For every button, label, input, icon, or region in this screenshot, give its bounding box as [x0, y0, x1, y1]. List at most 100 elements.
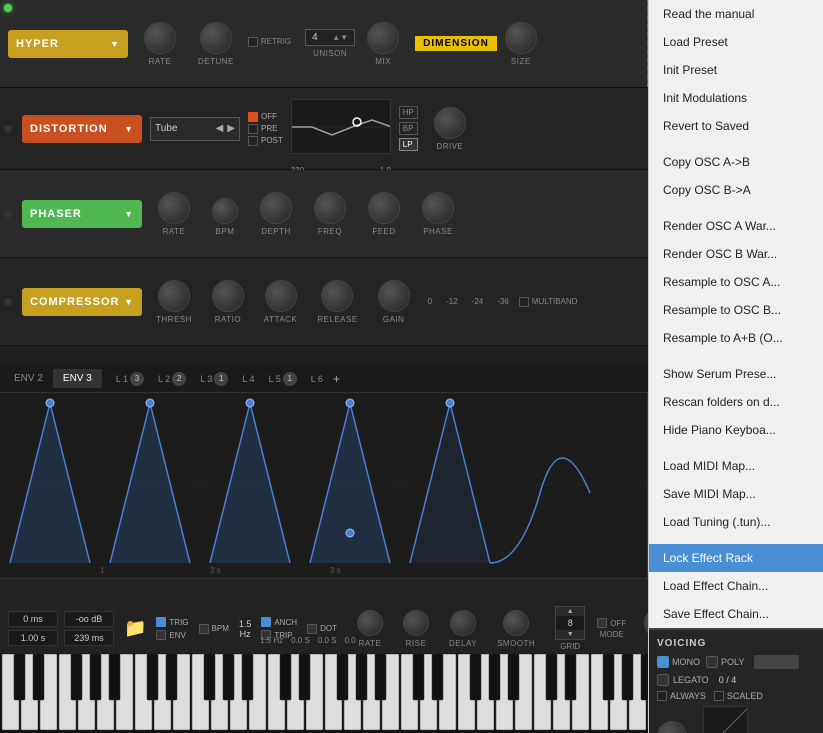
mono-toggle[interactable]: MONO: [657, 656, 700, 668]
multiband-label: MULTIBAND: [532, 297, 578, 306]
env-toggle[interactable]: ENV: [156, 630, 188, 640]
grid-down[interactable]: ▼: [556, 630, 584, 639]
phaser-feed-knob[interactable]: [368, 192, 400, 224]
menu-item-lock-effect-rack[interactable]: Lock Effect Rack: [649, 544, 823, 572]
smooth-knob[interactable]: [503, 610, 529, 636]
compressor-label[interactable]: COMPRESSOR ▼: [22, 288, 142, 316]
distortion-type[interactable]: Tube: [155, 123, 212, 134]
comp-ratio-label: RATIO: [215, 315, 241, 324]
menu-item-copy-osc-ba[interactable]: Copy OSC B->A: [649, 176, 823, 204]
menu-item-read-manual[interactable]: Read the manual: [649, 0, 823, 28]
level-0: 0: [428, 297, 432, 306]
comp-gain-knob[interactable]: [378, 280, 410, 312]
dot-toggle[interactable]: DOT: [307, 624, 337, 634]
trig-toggle[interactable]: TRIG: [156, 617, 188, 627]
comp-ratio-knob[interactable]: [212, 280, 244, 312]
distortion-drive-knob[interactable]: [434, 107, 466, 139]
rate-val: 1.5 Hz: [260, 636, 283, 645]
comp-thresh-knob[interactable]: [158, 280, 190, 312]
menu-item-load-midi[interactable]: Load MIDI Map...: [649, 452, 823, 480]
curve-display: [703, 706, 748, 733]
lfo-l6[interactable]: L 6: [305, 372, 329, 386]
phaser-depth-knob[interactable]: [260, 192, 292, 224]
compressor-row: COMPRESSOR ▼ THRESH RATIO ATTACK RELEASE: [0, 258, 665, 346]
piano-keyboard: // Draw white keys programmatically won'…: [0, 653, 665, 733]
menu-item-init-preset[interactable]: Init Preset: [649, 56, 823, 84]
phaser-phase-label: PHASE: [423, 227, 453, 236]
bpm-value-display: 1.5 Hz: [239, 619, 252, 639]
comp-release-label: RELEASE: [317, 315, 357, 324]
hyper-size-knob[interactable]: [505, 22, 537, 54]
mode-off[interactable]: OFF: [597, 618, 626, 628]
comp-release-group: RELEASE: [317, 280, 357, 324]
phaser-freq-label: FREQ: [318, 227, 342, 236]
menu-item-save-midi[interactable]: Save MIDI Map...: [649, 480, 823, 508]
distortion-prev[interactable]: ◀: [216, 123, 224, 134]
phaser-label[interactable]: PHASER ▼: [22, 200, 142, 228]
legato-checkbox[interactable]: [657, 674, 669, 686]
comp-attack-label: ATTACK: [264, 315, 297, 324]
comp-attack-knob[interactable]: [265, 280, 297, 312]
menu-item-init-modulations[interactable]: Init Modulations: [649, 84, 823, 112]
distortion-next[interactable]: ▶: [227, 123, 235, 134]
phaser-freq-group: FREQ: [314, 192, 346, 236]
menu-item-copy-osc-ab[interactable]: Copy OSC A->B: [649, 148, 823, 176]
rate-knob[interactable]: [357, 610, 383, 636]
rise-knob[interactable]: [403, 610, 429, 636]
menu-item-render-osc-b[interactable]: Render OSC B War...: [649, 240, 823, 268]
delay-knob[interactable]: [450, 610, 476, 636]
menu-item-resample-osc-b[interactable]: Resample to OSC B...: [649, 296, 823, 324]
menu-item-show-serum[interactable]: Show Serum Prese...: [649, 360, 823, 388]
lfo-l2[interactable]: L 2 2: [152, 370, 192, 388]
sustain-value: -oo dB: [64, 611, 114, 627]
menu-item-render-osc-a[interactable]: Render OSC A War...: [649, 212, 823, 240]
menu-divider: [649, 352, 823, 360]
lfo-l5[interactable]: L 5 1: [263, 370, 303, 388]
always-label: ALWAYS: [670, 691, 706, 701]
hyper-rate-knob[interactable]: [144, 22, 176, 54]
comp-release-knob[interactable]: [321, 280, 353, 312]
hyper-mix-group: MIX: [367, 22, 399, 66]
mono-label: MONO: [672, 657, 700, 667]
hyper-label[interactable]: HYPER ▼: [8, 30, 128, 58]
lfo-l1[interactable]: L 1 3: [110, 370, 150, 388]
menu-item-load-preset[interactable]: Load Preset: [649, 28, 823, 56]
hyper-detune-knob[interactable]: [200, 22, 232, 54]
attack-value: 0 ms: [8, 611, 58, 627]
env3-tab[interactable]: ENV 3: [53, 369, 102, 388]
svg-text:2 s: 2 s: [210, 566, 221, 575]
phaser-led: [4, 210, 12, 218]
menu-item-hide-piano[interactable]: Hide Piano Keyboa...: [649, 416, 823, 444]
lfo-l3[interactable]: L 3 1: [194, 370, 234, 388]
env-display: 1 2 s 3 s 🔒 ▲ ▼ 🔍: [0, 393, 665, 578]
lfo-l4[interactable]: L 4: [236, 372, 260, 386]
phaser-bpm-knob[interactable]: [212, 198, 238, 224]
menu-item-rescan-folders[interactable]: Rescan folders on d...: [649, 388, 823, 416]
grid-up[interactable]: ▲: [556, 607, 584, 616]
bpm-toggle[interactable]: BPM: [199, 624, 229, 634]
phaser-freq-knob[interactable]: [314, 192, 346, 224]
phaser-phase-knob[interactable]: [422, 192, 454, 224]
menu-item-resample-osc-a[interactable]: Resample to OSC A...: [649, 268, 823, 296]
distortion-label[interactable]: DISTORTION ▼: [22, 115, 142, 143]
menu-item-revert-saved[interactable]: Revert to Saved: [649, 112, 823, 140]
hyper-arrow: ▼: [110, 39, 120, 49]
hyper-mix-knob[interactable]: [367, 22, 399, 54]
menu-item-load-effect-chain[interactable]: Load Effect Chain...: [649, 572, 823, 600]
poly-slider[interactable]: [754, 655, 799, 669]
phaser-rate-knob[interactable]: [158, 192, 190, 224]
distortion-row: DISTORTION ▼ Tube ◀ ▶ OFF PRE POST: [0, 88, 665, 170]
lfo-add-btn[interactable]: +: [333, 372, 340, 386]
release-value: 239 ms: [64, 630, 114, 646]
level-12: -12: [446, 297, 458, 306]
hyper-led: [4, 4, 12, 12]
poly-toggle[interactable]: POLY: [706, 656, 744, 668]
folder-icon[interactable]: 📁: [124, 618, 146, 639]
rate-bottom-label: RATE: [359, 639, 382, 648]
menu-item-load-tuning[interactable]: Load Tuning (.tun)...: [649, 508, 823, 536]
porta-knob[interactable]: [657, 721, 687, 733]
env2-tab[interactable]: ENV 2: [4, 369, 53, 388]
menu-item-save-effect-chain[interactable]: Save Effect Chain...: [649, 600, 823, 628]
menu-item-resample-ab[interactable]: Resample to A+B (O...: [649, 324, 823, 352]
anch-toggle[interactable]: ANCH: [261, 617, 297, 627]
